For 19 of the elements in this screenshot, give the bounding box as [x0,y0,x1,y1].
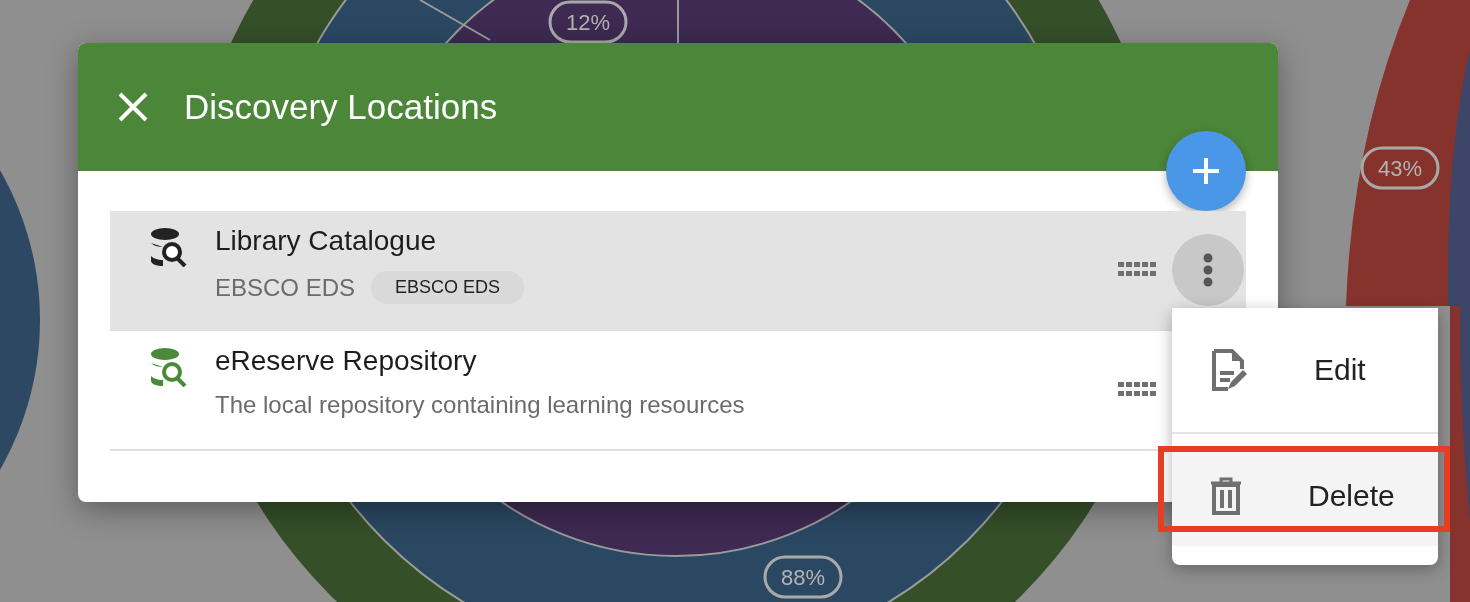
close-icon [116,90,150,124]
more-vertical-icon [1203,253,1213,287]
add-button[interactable] [1166,131,1246,211]
plus-icon [1191,156,1221,186]
close-button[interactable] [116,90,150,124]
percent-label: 43% [1360,146,1440,190]
item-title: Library Catalogue [215,225,438,257]
item-title: eReserve Repository [215,345,478,377]
drag-handle-icon[interactable] [1118,261,1156,277]
item-subtitle: EBSCO EDS [215,273,356,302]
menu-item[interactable]: Edit [1172,308,1438,434]
dialog-title: Discovery Locations [184,87,498,127]
list-item[interactable]: Library Catalogue EBSCO EDS EBSCO EDS [110,211,1246,331]
edit-document-icon [1210,349,1248,391]
drag-handle-icon[interactable] [1118,381,1156,397]
trash-icon [1210,477,1242,515]
percent-label: 88% [763,555,843,599]
type-chip: EBSCO EDS [371,271,525,304]
item-subtitle: The local repository containing learning resources [215,391,745,419]
